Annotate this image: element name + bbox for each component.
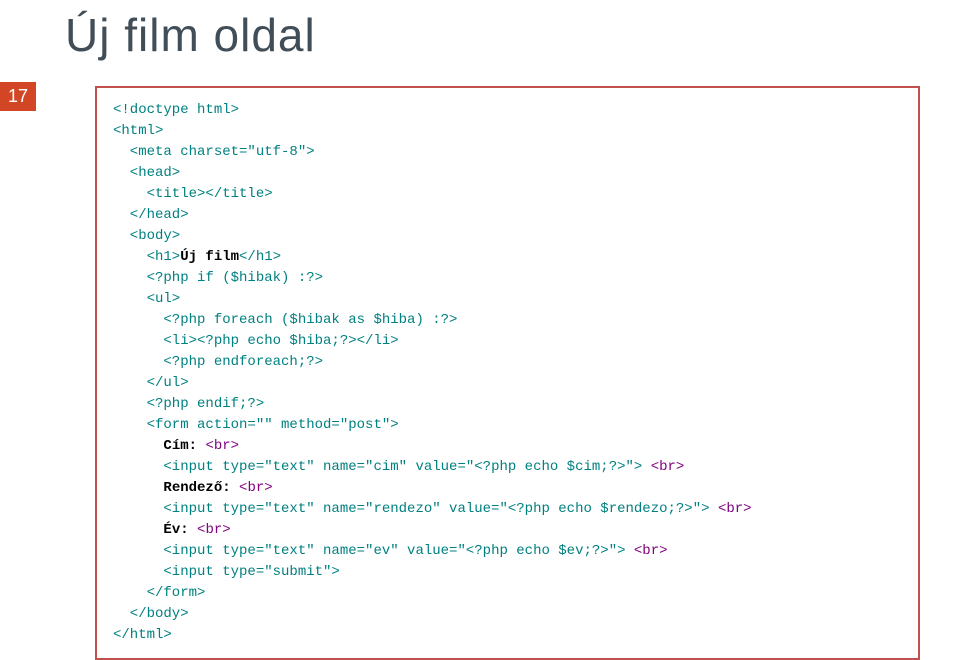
code-text: <!doctype html> <box>113 102 239 118</box>
code-text: <?php endif;?> <box>113 396 264 412</box>
code-text: <br> <box>651 459 685 475</box>
code-text: </html> <box>113 627 172 643</box>
page-title: Új film oldal <box>65 8 960 62</box>
code-text: <li><?php echo $hiba;?></li> <box>113 333 399 349</box>
code-text: <?php if ($hibak) :?> <box>113 270 323 286</box>
code-text: <br> <box>197 522 231 538</box>
code-text: <br> <box>205 438 239 454</box>
code-text <box>231 480 239 496</box>
code-text: <h1> <box>113 249 180 265</box>
code-text: <html> <box>113 123 163 139</box>
code-text: </body> <box>113 606 189 622</box>
code-text <box>189 522 197 538</box>
code-text: <?php echo $ev;?> <box>466 543 609 559</box>
code-text: <input type="text" name="rendezo" value=… <box>113 501 508 517</box>
code-text: </ul> <box>113 375 189 391</box>
code-text: <?php endforeach;?> <box>113 354 323 370</box>
code-text: <ul> <box>113 291 180 307</box>
code-text: <?php foreach ($hibak as $hiba) :?> <box>113 312 457 328</box>
code-text: <br> <box>634 543 668 559</box>
code-text <box>113 438 163 454</box>
code-text: <head> <box>113 165 180 181</box>
code-text: </h1> <box>239 249 281 265</box>
code-text: <?php echo $cim;?> <box>474 459 625 475</box>
code-block: <!doctype html> <html> <meta charset="ut… <box>95 86 920 660</box>
code-text: Rendező: <box>163 480 230 496</box>
code-text: <form action="" method="post"> <box>113 417 399 433</box>
code-text: Cím: <box>163 438 197 454</box>
code-text: Év: <box>163 522 188 538</box>
code-text: </form> <box>113 585 205 601</box>
code-text: <br> <box>718 501 752 517</box>
code-text: Új film <box>180 249 239 265</box>
code-text <box>113 522 163 538</box>
code-text: <input type="submit"> <box>113 564 340 580</box>
code-text: <body> <box>113 228 180 244</box>
code-text <box>113 480 163 496</box>
code-text: <input type="text" name="cim" value=" <box>113 459 474 475</box>
code-text: <meta charset="utf-8"> <box>113 144 315 160</box>
code-text: <input type="text" name="ev" value=" <box>113 543 466 559</box>
code-text: <br> <box>239 480 273 496</box>
code-text: "> <box>609 543 634 559</box>
page-number: 17 <box>0 82 36 111</box>
code-text: "> <box>693 501 718 517</box>
code-text: <title></title> <box>113 186 273 202</box>
code-text: <?php echo $rendezo;?> <box>508 501 693 517</box>
code-text: </head> <box>113 207 189 223</box>
code-text: "> <box>626 459 651 475</box>
